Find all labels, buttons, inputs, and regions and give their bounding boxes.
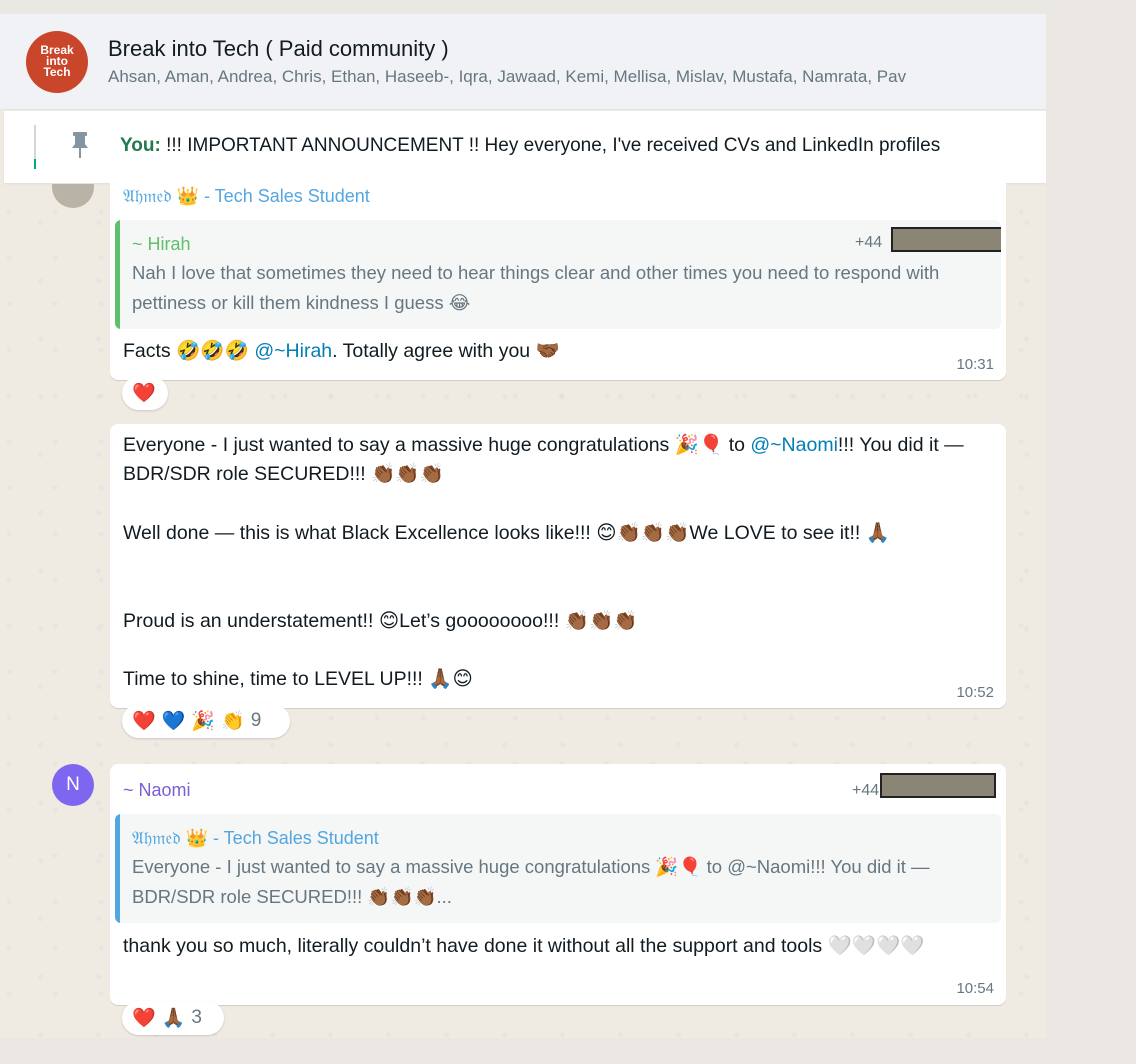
message-bubble[interactable]: ~ Naomi +44 𝔄𝔥𝔪𝔢𝔡 👑 - Tech Sales Student…: [110, 764, 1006, 1005]
message-text: Proud is an understatement!! 😊Let’s gooo…: [123, 610, 638, 632]
sender-phone: +44: [852, 782, 880, 799]
quote-bar: [115, 814, 120, 923]
group-title: Break into Tech ( Paid community ): [108, 35, 449, 61]
message-text-end: . Totally agree with you 🤝🏾: [332, 340, 560, 362]
clap-reaction: 👏: [221, 711, 245, 732]
group-members: Ahsan, Aman, Andrea, Chris, Ethan, Hasee…: [108, 66, 907, 86]
quote-bar: [115, 220, 120, 329]
message-time: 10:52: [956, 684, 994, 701]
quoted-message[interactable]: 𝔄𝔥𝔪𝔢𝔡 👑 - Tech Sales Student Everyone - …: [115, 814, 1001, 923]
heart-reaction: ❤️: [132, 383, 156, 404]
quote-phone: +44: [855, 234, 883, 251]
mention-link[interactable]: @~Hirah: [254, 340, 332, 362]
redacted-phone: [880, 773, 996, 798]
header-text[interactable]: Break into Tech ( Paid community ) Ahsan…: [108, 35, 906, 89]
message-time: 10:54: [956, 980, 994, 997]
heart-reaction: ❤️: [132, 1008, 156, 1029]
message-sender[interactable]: ~ Naomi: [123, 779, 191, 801]
reaction-count: 9: [250, 710, 262, 731]
mention-link[interactable]: @~Naomi: [750, 434, 838, 456]
chat-header[interactable]: Break into Tech Break into Tech ( Paid c…: [0, 14, 1046, 110]
quote-sender: 𝔄𝔥𝔪𝔢𝔡 👑 - Tech Sales Student: [132, 828, 379, 848]
group-avatar-text: Break into Tech: [40, 43, 74, 79]
message-text: Time to shine, time to LEVEL UP!!! 🙏🏾😊: [123, 668, 473, 690]
pinned-text: You: !!! IMPORTANT ANNOUNCEMENT !! Hey e…: [120, 135, 940, 157]
pinned-sender: You:: [120, 135, 161, 156]
reaction-bar[interactable]: ❤️: [122, 376, 168, 410]
message-bubble[interactable]: Everyone - I just wanted to say a massiv…: [110, 424, 1006, 708]
pray-reaction: 🙏🏾: [161, 1008, 186, 1029]
message-line-start: Everyone - I just wanted to say a massiv…: [123, 434, 751, 456]
pinned-content: !!! IMPORTANT ANNOUNCEMENT !! Hey everyo…: [160, 135, 941, 156]
party-reaction: 🎉: [191, 711, 216, 732]
message-text: Facts 🤣🤣🤣 @~Hirah. Totally agree with yo…: [123, 337, 560, 366]
reaction-count: 3: [191, 1007, 202, 1028]
group-avatar[interactable]: Break into Tech: [26, 30, 88, 93]
reaction-bar[interactable]: ❤️ 🙏🏾 3: [122, 1001, 224, 1035]
avatar-letter: N: [66, 774, 80, 795]
blue-heart-reaction: 💙: [161, 711, 186, 732]
message-time: 10:31: [956, 356, 994, 373]
message-text-start: Facts 🤣🤣🤣: [123, 340, 255, 362]
quoted-message[interactable]: ~ Hirah +44 Nah I love that sometimes th…: [115, 220, 1001, 329]
quote-text: Nah I love that sometimes they need to h…: [132, 262, 940, 313]
pinned-indicator: [34, 125, 36, 169]
reaction-bar[interactable]: ❤️ 💙 🎉 👏 9: [122, 704, 290, 738]
message-text: Well done — this is what Black Excellenc…: [123, 522, 891, 544]
chat-window: Break into Tech Break into Tech ( Paid c…: [0, 14, 1046, 1038]
message-text: thank you so much, literally couldn’t ha…: [123, 935, 925, 957]
redacted-phone: [891, 227, 1001, 252]
message-sender[interactable]: 𝔄𝔥𝔪𝔢𝔡 👑 - Tech Sales Student: [123, 185, 370, 207]
pinned-message-bar[interactable]: You: !!! IMPORTANT ANNOUNCEMENT !! Hey e…: [4, 111, 1046, 183]
message-text: Everyone - I just wanted to say a massiv…: [123, 431, 995, 489]
chat-background[interactable]: Break into Tech Break into Tech ( Paid c…: [0, 14, 1046, 1038]
avatar[interactable]: N: [52, 764, 94, 806]
heart-reaction: ❤️: [132, 711, 156, 732]
pin-icon[interactable]: [62, 127, 98, 163]
quote-sender: ~ Hirah: [132, 234, 191, 254]
quote-text: Everyone - I just wanted to say a massiv…: [132, 856, 930, 907]
message-bubble[interactable]: 𝔄𝔥𝔪𝔢𝔡 👑 - Tech Sales Student ~ Hirah +44…: [110, 183, 1006, 380]
